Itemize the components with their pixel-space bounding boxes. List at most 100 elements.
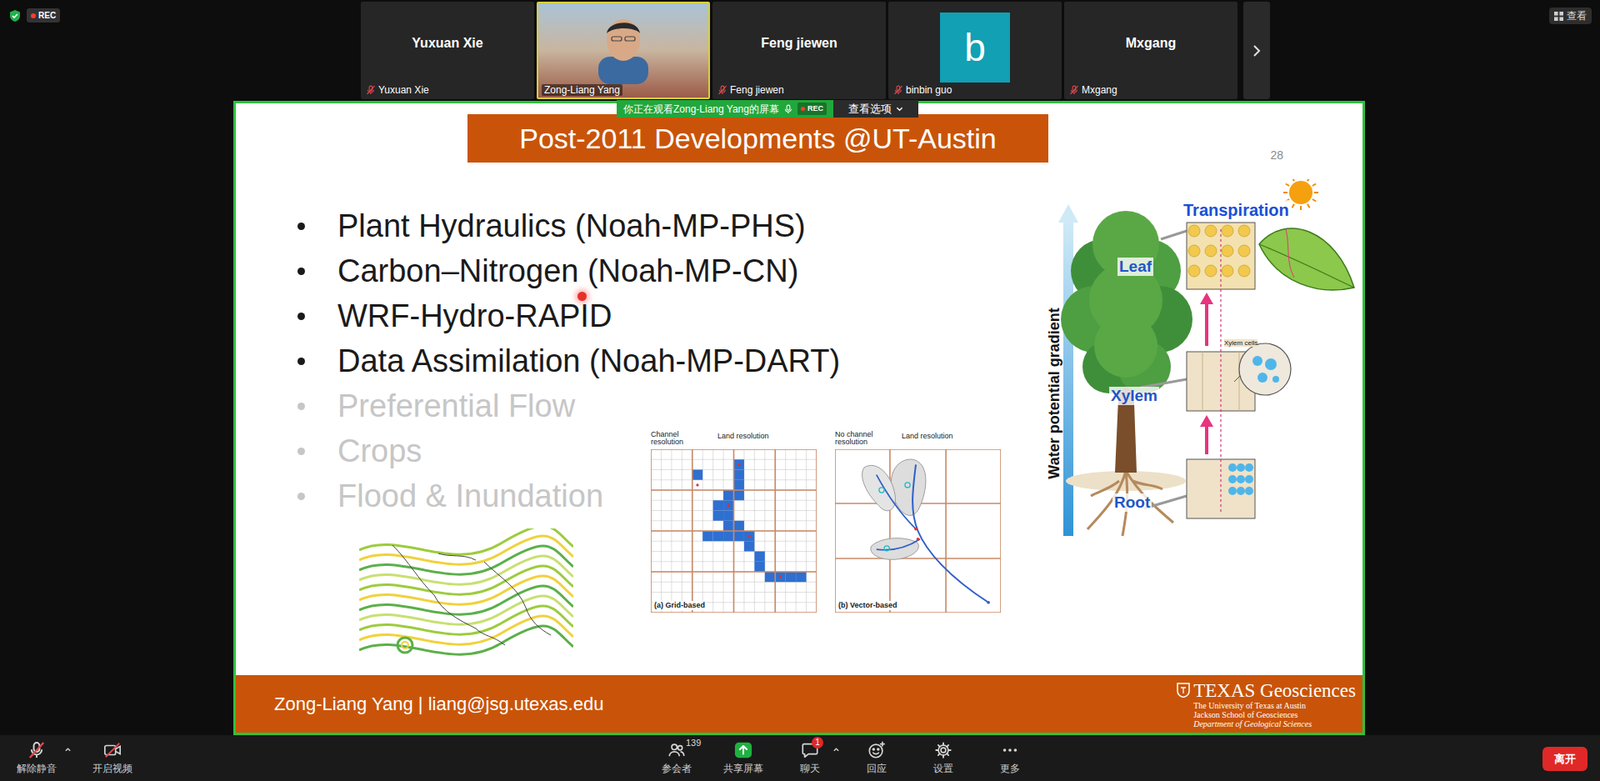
participant-label-text: Zong-Liang Yang	[544, 84, 620, 96]
participant-label: Mxgang	[1069, 84, 1118, 96]
share-screen-button[interactable]: 共享屏幕	[710, 735, 777, 775]
participant-avatar: b	[940, 12, 1010, 83]
view-options-button[interactable]: 查看选项	[833, 100, 919, 118]
more-button[interactable]: 更多	[976, 735, 1044, 775]
top-bar: REC Yuxuan Xie Yuxuan Xie Zong-Liang Yang Fe…	[0, 0, 1600, 101]
share-banner: 你正在观看Zong-Liang Yang的屏幕REC 查看选项	[616, 100, 919, 118]
texas-geosciences-logo: TEXAS GeosciencesThe University of Texas…	[1176, 680, 1356, 729]
toolbar-icon	[934, 740, 953, 760]
recording-dot	[800, 106, 805, 111]
bullet-dot	[297, 492, 305, 500]
video-off-icon	[103, 740, 122, 760]
chat-button[interactable]: 1聊天	[776, 735, 844, 775]
participant-name: Yuxuan Xie	[411, 33, 483, 54]
bullet-text: Crops	[337, 428, 422, 474]
video-frame	[573, 5, 674, 85]
participant-label: binbin guo	[893, 84, 952, 96]
participant-label-text: Mxgang	[1081, 84, 1118, 96]
root-label: Root	[1112, 493, 1152, 512]
toolbar-label: 开启视频	[92, 762, 133, 775]
participant-tile[interactable]: Zong-Liang Yang	[536, 1, 710, 100]
toolbar-label: 设置	[933, 762, 954, 775]
participant-tile[interactable]: MxgangMxgang	[1064, 1, 1238, 100]
chevron-right-icon	[1251, 44, 1262, 58]
bullet-dot	[297, 447, 305, 455]
logo-line: Department of Geological Sciences	[1193, 719, 1356, 729]
muted-mic-icon	[893, 85, 904, 95]
settings-button[interactable]: 设置	[910, 735, 977, 775]
chevron-down-icon	[895, 105, 904, 113]
slide-title: Post-2011 Developments @UT-Austin	[519, 121, 996, 155]
participant-strip: Yuxuan Xie Yuxuan Xie Zong-Liang Yang Feng …	[360, 0, 1238, 100]
toolbar-icon	[1000, 740, 1020, 760]
leave-button-label[interactable]: 离开	[1554, 752, 1576, 765]
figure-diagram: (b) Vector-based	[835, 449, 1001, 613]
slide-page-number: 28	[1270, 146, 1284, 165]
logo-line: Jackson School of Geosciences	[1193, 710, 1356, 720]
reaction-smiley-icon	[867, 740, 886, 760]
toolbar-left: 解除静音 开启视频	[0, 735, 644, 775]
participant-tile[interactable]: Feng jiewenFeng jiewen	[712, 1, 886, 100]
recording-badge[interactable]: REC	[26, 8, 60, 23]
figure-diagram: (a) Grid-based	[650, 449, 817, 613]
participant-name: Mxgang	[1065, 3, 1236, 83]
next-page-button[interactable]	[1243, 1, 1270, 100]
channel-resolution-label: No channel resolution	[835, 430, 880, 446]
bullet-text: Carbon–Nitrogen (Noah-MP-CN)	[337, 248, 799, 294]
unmute-button[interactable]: 解除静音	[11, 735, 62, 775]
toolbar-center: 139参会者共享屏幕1聊天回应设置 更多	[643, 735, 1044, 775]
land-resolution-label: Land resolution	[717, 430, 770, 440]
footer-author: Zong-Liang Yang | liang@jsg.utexas.edu	[274, 693, 604, 715]
shared-slide: Post-2011 Developments @UT-AustinPlant H…	[233, 100, 1365, 735]
toolbar-label: 解除静音	[16, 762, 57, 775]
toolbar-icon	[867, 740, 886, 760]
xylem-label: Xylem	[1109, 386, 1160, 405]
leave-button[interactable]: 离开	[1542, 746, 1588, 771]
participant-tile[interactable]: b binbin guo	[888, 1, 1062, 100]
banner-recording-label: REC	[807, 104, 824, 114]
audio-options-caret-icon[interactable]	[64, 745, 72, 754]
bullet-dot	[297, 402, 305, 410]
slide-body: Post-2011 Developments @UT-AustinPlant H…	[235, 103, 1363, 675]
participant-label-row: binbin guo	[890, 82, 1060, 98]
muted-mic-icon	[365, 85, 376, 95]
view-options-label[interactable]: 查看选项	[848, 102, 892, 115]
participant-avatar: b	[890, 3, 1060, 83]
banner-recording-badge: REC	[797, 102, 827, 115]
muted-mic-icon	[717, 85, 728, 95]
status-area: REC	[0, 0, 361, 23]
bullet-dot	[297, 312, 305, 320]
participant-label-row: Yuxuan Xie	[362, 82, 533, 98]
tree-diagram	[1035, 179, 1361, 546]
laser-pointer	[577, 291, 587, 301]
shared-screen-area: Post-2011 Developments @UT-AustinPlant H…	[0, 100, 1600, 735]
participant-video	[538, 3, 709, 83]
bullet-dot	[297, 267, 305, 275]
participant-tile[interactable]: Yuxuan Xie Yuxuan Xie	[360, 1, 535, 100]
participant-name: Feng jiewen	[714, 3, 885, 83]
security-shield-icon[interactable]	[8, 9, 22, 23]
grid-based-figure: Channel resolution Land resolution (a) Gri…	[650, 430, 817, 613]
avatar-letter: b	[964, 26, 986, 69]
channel-resolution-label: Channel resolution	[650, 430, 696, 446]
logo-text: TEXAS GeosciencesThe University of Texas…	[1193, 680, 1356, 729]
toolbar-icon: 1	[800, 740, 820, 760]
toolbar-icon: 139	[667, 740, 686, 760]
toolbar-icon	[734, 740, 753, 760]
bullet-text: Flood & Inundation	[337, 473, 604, 519]
view-button[interactable]: 查看	[1549, 7, 1592, 25]
start-video-button[interactable]: 开启视频	[87, 735, 138, 775]
xylem-cells-label: Xylem cells	[1224, 339, 1258, 347]
plant-hydraulics-figure: Water potential gradientTranspirationLea…	[1035, 179, 1361, 546]
viewing-notice: 你正在观看Zong-Liang Yang的屏幕REC	[616, 100, 834, 118]
participant-label-text: Yuxuan Xie	[378, 84, 430, 96]
logo-line: The University of Texas at Austin	[1193, 700, 1356, 710]
figure-caption: (a) Grid-based	[653, 600, 706, 610]
reactions-button[interactable]: 回应	[843, 735, 910, 775]
view-button-label: 查看	[1566, 10, 1587, 22]
chat-options-caret-icon[interactable]	[832, 745, 840, 754]
participants-button[interactable]: 139参会者	[643, 735, 710, 775]
bullet-text: WRF-Hydro-RAPID	[337, 293, 612, 339]
vector-based-figure: No channel resolutionLand resolution(b) …	[835, 430, 1001, 613]
participant-label-text: binbin guo	[905, 84, 952, 96]
